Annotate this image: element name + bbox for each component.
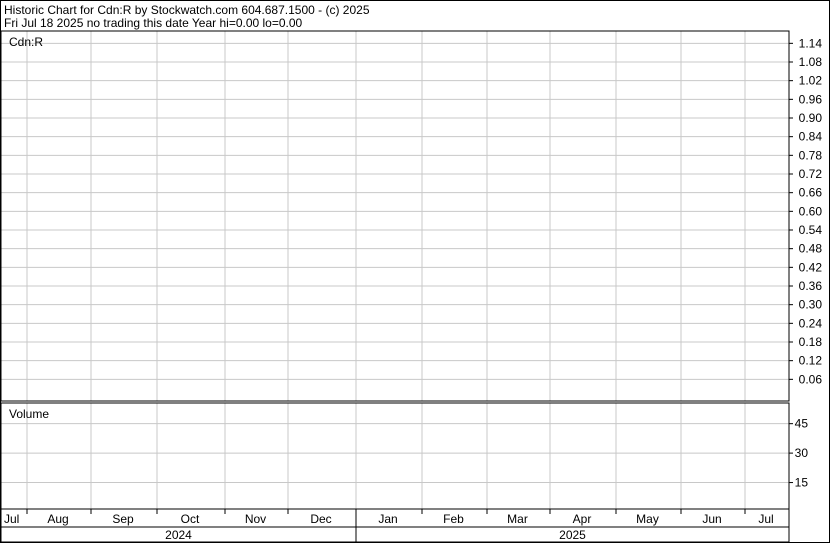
price-tick-label: 0.78 bbox=[799, 148, 823, 162]
month-label: Jan bbox=[378, 512, 397, 526]
volume-panel-title: Volume bbox=[9, 407, 49, 421]
price-axis: 1.14 1.08 1.02 0.96 0.90 0.84 0.78 0.72 0.66 0.60… bbox=[789, 36, 822, 386]
month-axis: Jul Aug Sep Oct Nov Dec Jan Feb Mar Apr May Jun Jul bbox=[4, 509, 774, 526]
outer-frame bbox=[0, 0, 830, 543]
price-tick-label: 0.06 bbox=[799, 372, 823, 386]
x-axis: Jul Aug Sep Oct Nov Dec Jan Feb Mar Apr May Jun Jul … bbox=[0, 508, 790, 543]
price-tick-label: 0.90 bbox=[799, 111, 823, 125]
price-tick-label: 0.30 bbox=[799, 298, 823, 312]
stock-chart: Historic Chart for Cdn:R by Stockwatch.c… bbox=[0, 0, 830, 543]
month-label: Apr bbox=[573, 512, 592, 526]
price-tick-label: 0.36 bbox=[799, 279, 823, 293]
month-label: May bbox=[636, 512, 659, 526]
year-axis-frame bbox=[0, 526, 790, 543]
price-panel: Cdn:R 1.14 1.08 1.02 0.96 0.90 0.84 0.78 0.72 0.… bbox=[0, 30, 822, 402]
year-axis: 2024 2025 bbox=[165, 528, 586, 542]
header-title: Historic Chart for Cdn:R by Stockwatch.c… bbox=[4, 3, 370, 17]
price-tick-label: 0.42 bbox=[799, 260, 823, 274]
header: Historic Chart for Cdn:R by Stockwatch.c… bbox=[4, 3, 370, 30]
price-panel-title: Cdn:R bbox=[9, 35, 43, 49]
volume-frame bbox=[0, 402, 790, 510]
volume-panel: Volume 45 30 15 bbox=[0, 402, 808, 510]
header-subtitle: Fri Jul 18 2025 no trading this date Yea… bbox=[4, 16, 303, 30]
price-tick-label: 0.84 bbox=[799, 130, 823, 144]
month-label: Oct bbox=[181, 512, 200, 526]
month-label: Dec bbox=[310, 512, 331, 526]
month-label: Nov bbox=[245, 512, 266, 526]
volume-axis: 45 30 15 bbox=[789, 417, 808, 490]
volume-tick-label: 30 bbox=[795, 446, 809, 460]
price-tick-label: 0.24 bbox=[799, 316, 823, 330]
year-label: 2024 bbox=[165, 528, 192, 542]
price-tick-label: 0.12 bbox=[799, 354, 823, 368]
price-tick-label: 0.60 bbox=[799, 204, 823, 218]
volume-grid bbox=[1, 403, 789, 509]
month-label: Jul bbox=[4, 512, 19, 526]
year-label: 2025 bbox=[559, 528, 586, 542]
price-tick-label: 0.54 bbox=[799, 223, 823, 237]
price-tick-label: 0.18 bbox=[799, 335, 823, 349]
month-label: Mar bbox=[507, 512, 528, 526]
price-tick-label: 0.96 bbox=[799, 92, 823, 106]
month-label: Jul bbox=[758, 512, 773, 526]
month-label: Sep bbox=[112, 512, 134, 526]
volume-tick-label: 15 bbox=[795, 476, 809, 490]
price-tick-label: 1.02 bbox=[799, 74, 823, 88]
price-frame bbox=[0, 30, 790, 402]
price-tick-label: 0.66 bbox=[799, 186, 823, 200]
price-tick-label: 0.72 bbox=[799, 167, 823, 181]
volume-tick-label: 45 bbox=[795, 417, 809, 431]
month-label: Feb bbox=[443, 512, 464, 526]
month-label: Jun bbox=[702, 512, 721, 526]
price-tick-label: 0.48 bbox=[799, 242, 823, 256]
price-tick-label: 1.14 bbox=[799, 36, 823, 50]
month-label: Aug bbox=[47, 512, 68, 526]
price-grid bbox=[1, 31, 789, 401]
price-tick-label: 1.08 bbox=[799, 55, 823, 69]
